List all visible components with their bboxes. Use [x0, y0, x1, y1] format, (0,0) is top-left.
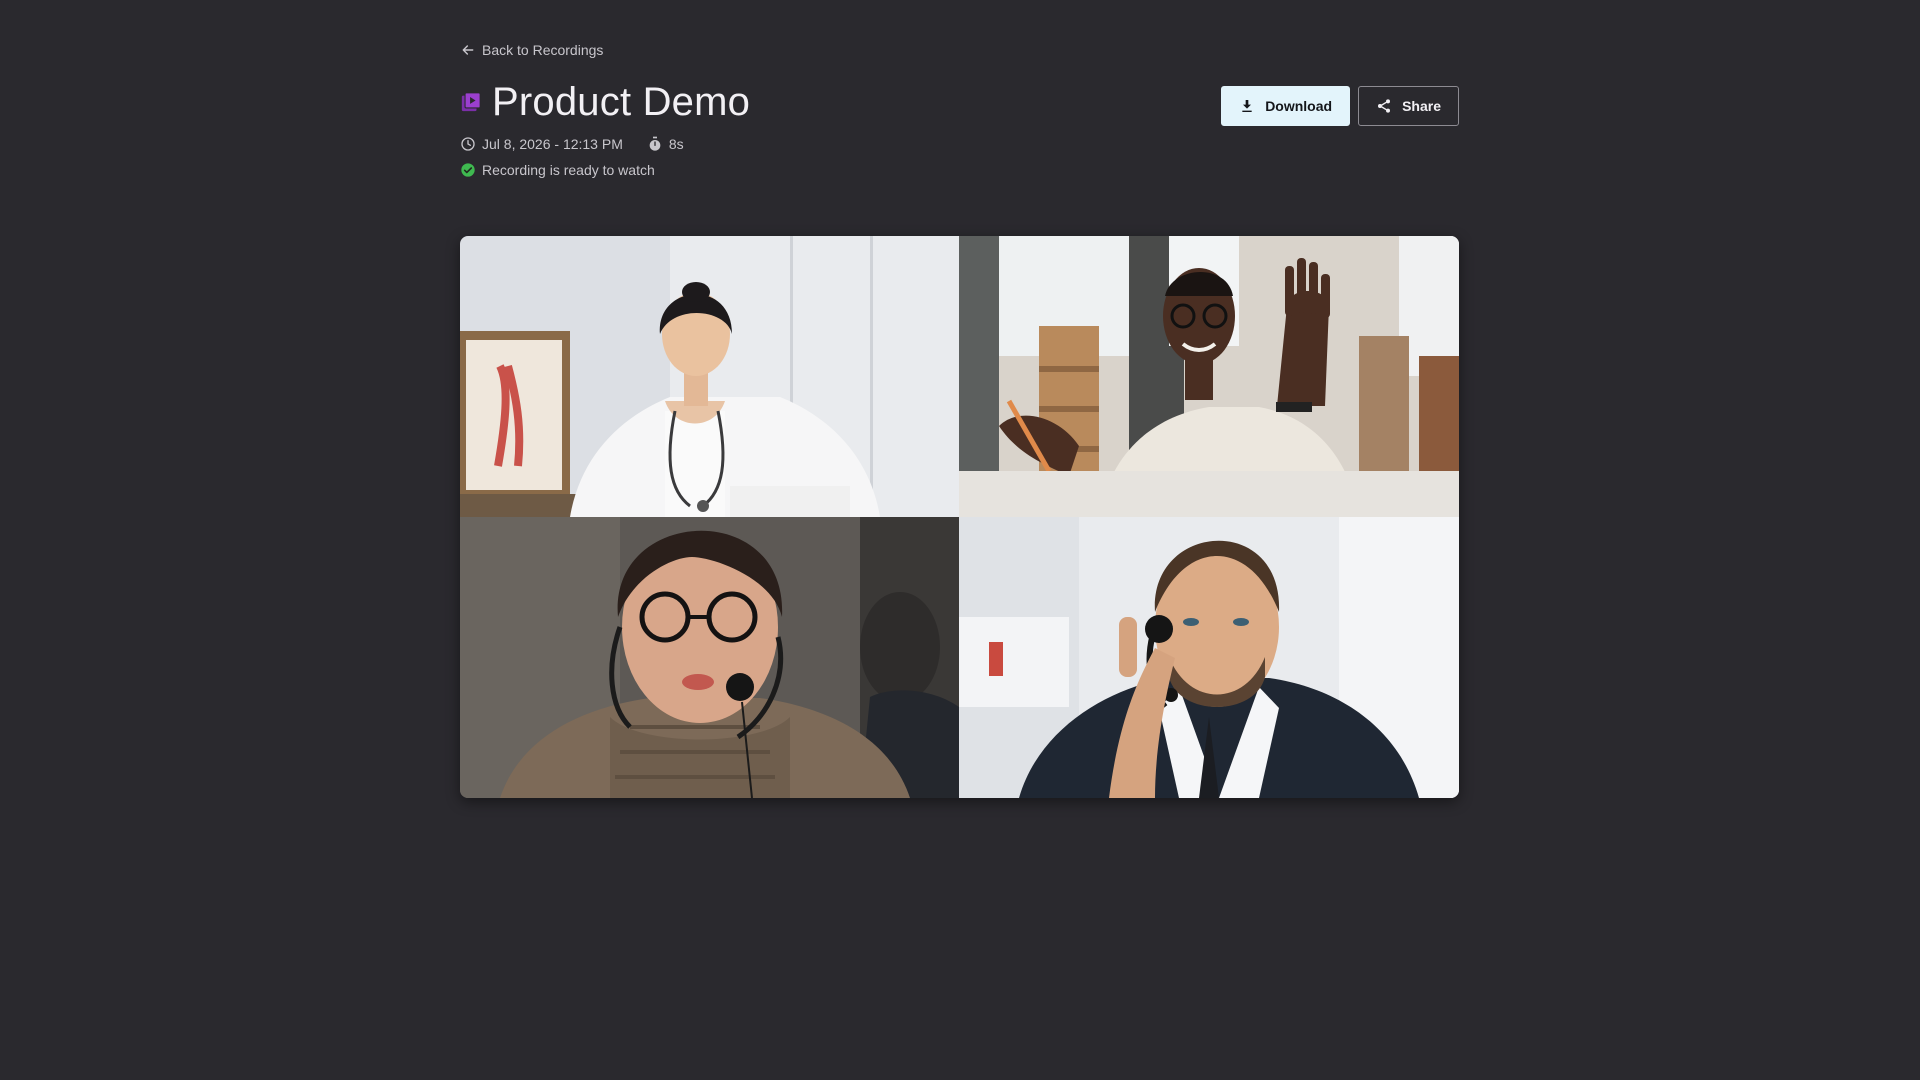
share-icon: [1378, 99, 1391, 113]
back-link-label: Back to Recordings: [482, 42, 604, 58]
back-to-recordings-link[interactable]: Back to Recordings: [460, 42, 603, 58]
download-icon: [1242, 100, 1252, 112]
share-button-label: Share: [1402, 98, 1441, 114]
clock-icon: [461, 137, 475, 151]
share-button[interactable]: Share: [1358, 86, 1459, 126]
title-row: Product Demo: [460, 78, 750, 126]
participant-waving-man-image: [959, 236, 1459, 517]
download-button-label: Download: [1265, 98, 1333, 114]
timer-icon: [649, 136, 661, 151]
page-title: Product Demo: [492, 80, 751, 124]
action-buttons: Download Share: [1221, 86, 1459, 126]
video-player[interactable]: [460, 236, 1459, 798]
recording-duration-text: 8s: [668, 136, 684, 152]
arrow-left-icon: [462, 45, 474, 55]
video-tile-bottom-right: [959, 517, 1459, 798]
video-tile-top-right: [959, 236, 1459, 517]
recording-meta: Jul 8, 2026 - 12:13 PM 8s: [460, 136, 684, 152]
recording-page: Back to Recordings Product Demo Download: [0, 0, 1920, 1080]
video-library-icon: [461, 92, 481, 112]
participant-suit-man-image: [959, 517, 1459, 798]
check-circle-icon: [461, 163, 475, 177]
recording-status-text: Recording is ready to watch: [482, 162, 655, 178]
recording-duration: 8s: [647, 136, 684, 152]
video-tile-top-left: [460, 236, 959, 517]
video-tile-bottom-left: [460, 517, 959, 798]
download-button[interactable]: Download: [1221, 86, 1351, 126]
participant-headset-woman-image: [460, 517, 959, 798]
recording-date: Jul 8, 2026 - 12:13 PM: [460, 136, 623, 152]
recording-date-text: Jul 8, 2026 - 12:13 PM: [482, 136, 623, 152]
participant-doctor-image: [460, 236, 959, 517]
recording-status: Recording is ready to watch: [460, 162, 655, 178]
